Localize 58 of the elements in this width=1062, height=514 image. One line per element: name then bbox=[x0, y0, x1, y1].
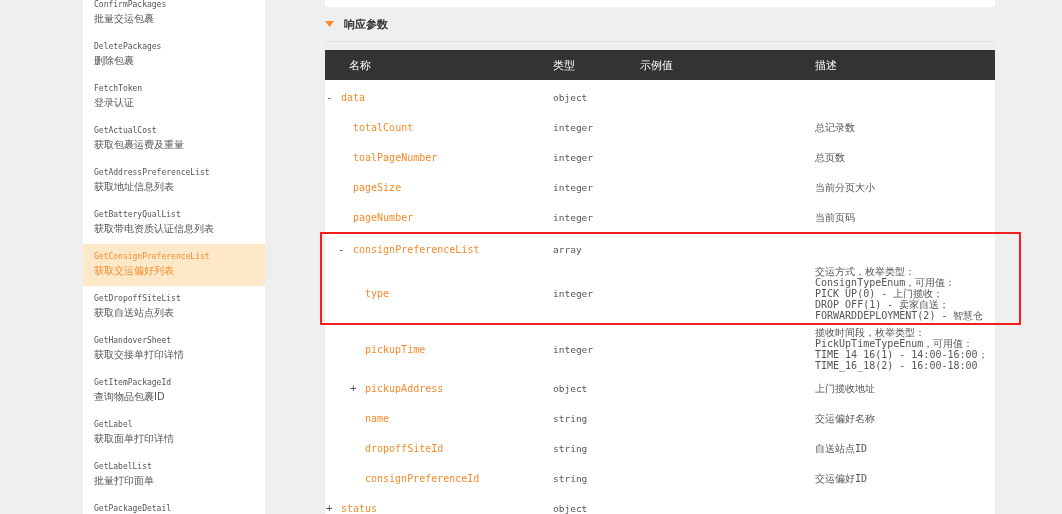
field-type: string bbox=[553, 442, 589, 454]
api-menu-item[interactable]: GetBatteryQualList 获取带电资质认证信息列表 bbox=[83, 202, 265, 244]
field-name: pickupAddress bbox=[365, 382, 444, 394]
field-description: 交运偏好名称 bbox=[815, 411, 876, 426]
field-type: integer bbox=[553, 151, 595, 163]
field-type: integer bbox=[553, 288, 595, 299]
field-description: 交运方式，枚举类型： ConsignTypeEnum，可用值： PICK UP(0) - 上门揽收； DROP OFF(1) - 卖家自送； FORWARDDEPLOYMENT(2) - 智慧仓 bbox=[815, 265, 985, 323]
field-type: object bbox=[553, 91, 589, 103]
column-header: 类型 bbox=[553, 57, 576, 73]
column-header: 名称 bbox=[348, 57, 372, 73]
field-type: integer bbox=[553, 211, 595, 223]
field-name: consignPreferenceId bbox=[365, 472, 480, 484]
collapse-toggle[interactable]: - bbox=[338, 242, 353, 256]
api-menu-item[interactable]: GetAddressPreferenceList 获取地址信息列表 bbox=[83, 160, 265, 202]
api-menu-item[interactable]: GetPackageDetail bbox=[83, 496, 265, 514]
caret-down-icon[interactable] bbox=[325, 21, 334, 27]
api-menu-item[interactable]: FetchToken 登录认证 bbox=[83, 76, 265, 118]
field-name: type bbox=[365, 288, 390, 299]
field-type: string bbox=[553, 472, 589, 484]
column-header: 描述 bbox=[815, 57, 838, 73]
api-menu-item[interactable]: GetItemPackageId 查询物品包裹ID bbox=[83, 370, 265, 412]
api-menu-item[interactable]: GetDropoffSiteList 获取自送站点列表 bbox=[83, 286, 265, 328]
api-menu-item[interactable]: ConfirmPackages 批量交运包裹 bbox=[83, 0, 265, 34]
field-name: pageNumber bbox=[353, 211, 414, 223]
field-description: 当前页码 bbox=[815, 210, 856, 225]
field-name: name bbox=[365, 412, 390, 424]
field-description: 总记录数 bbox=[815, 120, 856, 135]
api-menu-item[interactable]: GetLabel 获取面单打印详情 bbox=[83, 412, 265, 454]
api-menu-item[interactable]: GetHandoverSheet 获取交接单打印详情 bbox=[83, 328, 265, 370]
field-name: toalPageNumber bbox=[353, 151, 438, 163]
field-name: data bbox=[341, 91, 366, 103]
field-description: 上门揽收地址 bbox=[815, 381, 876, 396]
expand-toggle[interactable]: + bbox=[326, 501, 341, 514]
field-type: integer bbox=[553, 181, 595, 193]
api-menu-item[interactable]: GetLabelList 批量打印面单 bbox=[83, 454, 265, 496]
field-type: object bbox=[553, 502, 589, 514]
api-menu-item[interactable]: DeletePackages 删除包裹 bbox=[83, 34, 265, 76]
field-type: object bbox=[553, 382, 589, 394]
field-name: consignPreferenceList bbox=[353, 243, 480, 255]
field-name: pickupTime bbox=[365, 343, 426, 355]
field-description: 当前分页大小 bbox=[815, 180, 876, 195]
field-description: 自送站点ID bbox=[815, 441, 869, 456]
field-description: 交运偏好ID bbox=[815, 471, 869, 486]
api-menu-item[interactable]: GetActualCost 获取包裹运费及重量 bbox=[83, 118, 265, 160]
field-name: totalCount bbox=[353, 121, 414, 133]
field-name: dropoffSiteId bbox=[365, 442, 444, 454]
field-type: string bbox=[553, 412, 589, 424]
field-type: integer bbox=[553, 121, 595, 133]
field-description: 揽收时间段，枚举类型： PickUpTimeTypeEnum，可用值： TIME 14 16(1) - 14:00-16:00； TIME_16_18(2) - 16:00-18:00 bbox=[815, 326, 989, 373]
expand-toggle[interactable]: + bbox=[350, 381, 365, 395]
field-type: array bbox=[553, 243, 583, 255]
section-title: 响应参数 bbox=[344, 16, 388, 32]
collapse-toggle[interactable]: - bbox=[326, 90, 341, 104]
column-header: 示例值 bbox=[640, 57, 674, 73]
field-name: pageSize bbox=[353, 181, 402, 193]
field-type: integer bbox=[553, 343, 595, 355]
field-description: 总页数 bbox=[815, 150, 846, 165]
field-name: status bbox=[341, 502, 378, 514]
